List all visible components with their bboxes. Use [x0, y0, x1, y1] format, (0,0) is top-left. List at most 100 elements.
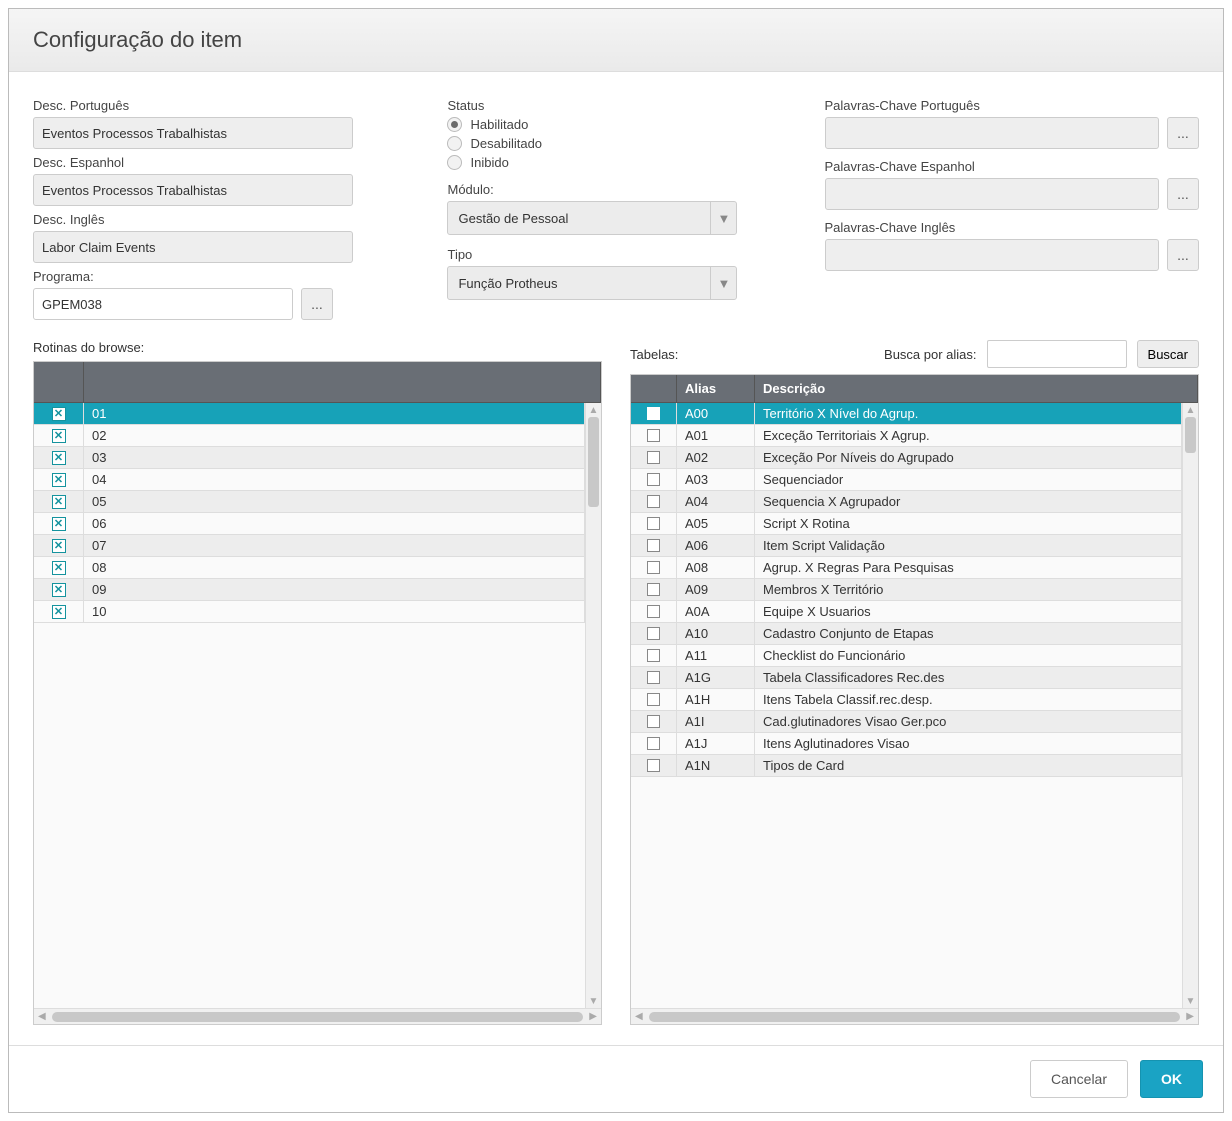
rotinas-row[interactable]: ✕08: [34, 557, 585, 579]
tabelas-hscroll[interactable]: ◀ ▶: [631, 1008, 1198, 1024]
checkbox-x-icon: ✕: [52, 429, 66, 443]
checkbox-x-icon: ✕: [52, 473, 66, 487]
radio-status-inibido[interactable]: Inibido: [447, 155, 784, 170]
checkbox-x-icon: ✕: [52, 495, 66, 509]
tabelas-row-check[interactable]: [631, 425, 677, 446]
kw-pt-lookup-button[interactable]: ...: [1167, 117, 1199, 149]
rotinas-hscroll[interactable]: ◀ ▶: [34, 1008, 601, 1024]
tabelas-row[interactable]: A05Script X Rotina: [631, 513, 1182, 535]
tabelas-row[interactable]: A1ICad.glutinadores Visao Ger.pco: [631, 711, 1182, 733]
ok-button[interactable]: OK: [1140, 1060, 1203, 1098]
rotinas-row[interactable]: ✕07: [34, 535, 585, 557]
tabelas-row[interactable]: A1HItens Tabela Classif.rec.desp.: [631, 689, 1182, 711]
rotinas-row-check[interactable]: ✕: [34, 601, 84, 622]
tabelas-row-check[interactable]: [631, 755, 677, 776]
tabelas-row[interactable]: A0AEquipe X Usuarios: [631, 601, 1182, 623]
tabelas-row[interactable]: A02Exceção Por Níveis do Agrupado: [631, 447, 1182, 469]
rotinas-row-check[interactable]: ✕: [34, 579, 84, 600]
tabelas-row-check[interactable]: [631, 491, 677, 512]
rotinas-row[interactable]: ✕03: [34, 447, 585, 469]
tabelas-row-alias: A1G: [677, 667, 755, 688]
tabelas-row[interactable]: A08Agrup. X Regras Para Pesquisas: [631, 557, 1182, 579]
rotinas-vscroll[interactable]: ▲ ▼: [585, 403, 601, 1008]
select-tipo[interactable]: Função Protheus ▼: [447, 266, 737, 300]
tabelas-row-alias: A05: [677, 513, 755, 534]
tabelas-row-check[interactable]: [631, 579, 677, 600]
input-kw-en[interactable]: [825, 239, 1159, 271]
rotinas-row[interactable]: ✕05: [34, 491, 585, 513]
input-programa[interactable]: [33, 288, 293, 320]
input-desc-pt[interactable]: [33, 117, 353, 149]
rotinas-row-check[interactable]: ✕: [34, 535, 84, 556]
label-status: Status: [447, 98, 784, 113]
tabelas-row[interactable]: A03Sequenciador: [631, 469, 1182, 491]
tabelas-row-desc: Cadastro Conjunto de Etapas: [755, 623, 1182, 644]
cancel-button[interactable]: Cancelar: [1030, 1060, 1128, 1098]
tabelas-row[interactable]: A10Cadastro Conjunto de Etapas: [631, 623, 1182, 645]
scroll-thumb[interactable]: [649, 1012, 1181, 1022]
rotinas-row-check[interactable]: ✕: [34, 513, 84, 534]
tabelas-row-check[interactable]: [631, 403, 677, 424]
tabelas-row-check[interactable]: [631, 711, 677, 732]
tabelas-row-check[interactable]: [631, 469, 677, 490]
rotinas-row-check[interactable]: ✕: [34, 469, 84, 490]
rotinas-row-check[interactable]: ✕: [34, 491, 84, 512]
kw-en-lookup-button[interactable]: ...: [1167, 239, 1199, 271]
input-kw-es[interactable]: [825, 178, 1159, 210]
tabelas-row-alias: A06: [677, 535, 755, 556]
tabelas-row-check[interactable]: [631, 689, 677, 710]
tabelas-row[interactable]: A06Item Script Validação: [631, 535, 1182, 557]
tabelas-row[interactable]: A1JItens Aglutinadores Visao: [631, 733, 1182, 755]
tabelas-row[interactable]: A09Membros X Território: [631, 579, 1182, 601]
tabelas-row-check[interactable]: [631, 513, 677, 534]
rotinas-row[interactable]: ✕10: [34, 601, 585, 623]
tabelas-vscroll[interactable]: ▲ ▼: [1182, 403, 1198, 1008]
rotinas-row-check[interactable]: ✕: [34, 403, 84, 424]
tabelas-row[interactable]: A1NTipos de Card: [631, 755, 1182, 777]
tabelas-row-check[interactable]: [631, 601, 677, 622]
content-area: Desc. Português Desc. Espanhol Desc. Ing…: [9, 72, 1223, 1045]
select-modulo[interactable]: Gestão de Pessoal ▼: [447, 201, 737, 235]
tabelas-row-check[interactable]: [631, 623, 677, 644]
tabelas-row-desc: Território X Nível do Agrup.: [755, 403, 1182, 424]
buscar-button[interactable]: Buscar: [1137, 340, 1199, 368]
radio-status-habilitado[interactable]: Habilitado: [447, 117, 784, 132]
scroll-thumb[interactable]: [588, 417, 599, 507]
rotinas-row[interactable]: ✕02: [34, 425, 585, 447]
radio-status-desabilitado[interactable]: Desabilitado: [447, 136, 784, 151]
input-kw-pt[interactable]: [825, 117, 1159, 149]
checkbox-icon: [647, 473, 660, 486]
tabelas-row-check[interactable]: [631, 557, 677, 578]
kw-es-lookup-button[interactable]: ...: [1167, 178, 1199, 210]
tabelas-row[interactable]: A01Exceção Territoriais X Agrup.: [631, 425, 1182, 447]
scroll-left-icon: ◀: [635, 1011, 643, 1022]
tabelas-row[interactable]: A11Checklist do Funcionário: [631, 645, 1182, 667]
tabelas-row[interactable]: A1GTabela Classificadores Rec.des: [631, 667, 1182, 689]
tabelas-row-check[interactable]: [631, 733, 677, 754]
rotinas-row-check[interactable]: ✕: [34, 557, 84, 578]
scroll-thumb[interactable]: [1185, 417, 1196, 453]
rotinas-row[interactable]: ✕09: [34, 579, 585, 601]
scroll-thumb[interactable]: [52, 1012, 584, 1022]
input-busca-alias[interactable]: [987, 340, 1127, 368]
input-desc-es[interactable]: [33, 174, 353, 206]
tabelas-row-check[interactable]: [631, 535, 677, 556]
rotinas-row-check[interactable]: ✕: [34, 425, 84, 446]
programa-lookup-button[interactable]: ...: [301, 288, 333, 320]
rotinas-row[interactable]: ✕04: [34, 469, 585, 491]
tabelas-row-desc: Item Script Validação: [755, 535, 1182, 556]
tabelas-row-check[interactable]: [631, 645, 677, 666]
tabelas-row-check[interactable]: [631, 447, 677, 468]
rotinas-row[interactable]: ✕06: [34, 513, 585, 535]
tabelas-row[interactable]: A00Território X Nível do Agrup.: [631, 403, 1182, 425]
checkbox-icon: [647, 429, 660, 442]
tabelas-row-check[interactable]: [631, 667, 677, 688]
checkbox-icon: [647, 693, 660, 706]
rotinas-row-check[interactable]: ✕: [34, 447, 84, 468]
rotinas-row-number: 01: [84, 403, 585, 424]
rotinas-row[interactable]: ✕01: [34, 403, 585, 425]
tabelas-row[interactable]: A04Sequencia X Agrupador: [631, 491, 1182, 513]
scroll-up-icon: ▲: [1183, 403, 1198, 417]
tabelas-title: Tabelas:: [630, 347, 678, 362]
input-desc-en[interactable]: [33, 231, 353, 263]
